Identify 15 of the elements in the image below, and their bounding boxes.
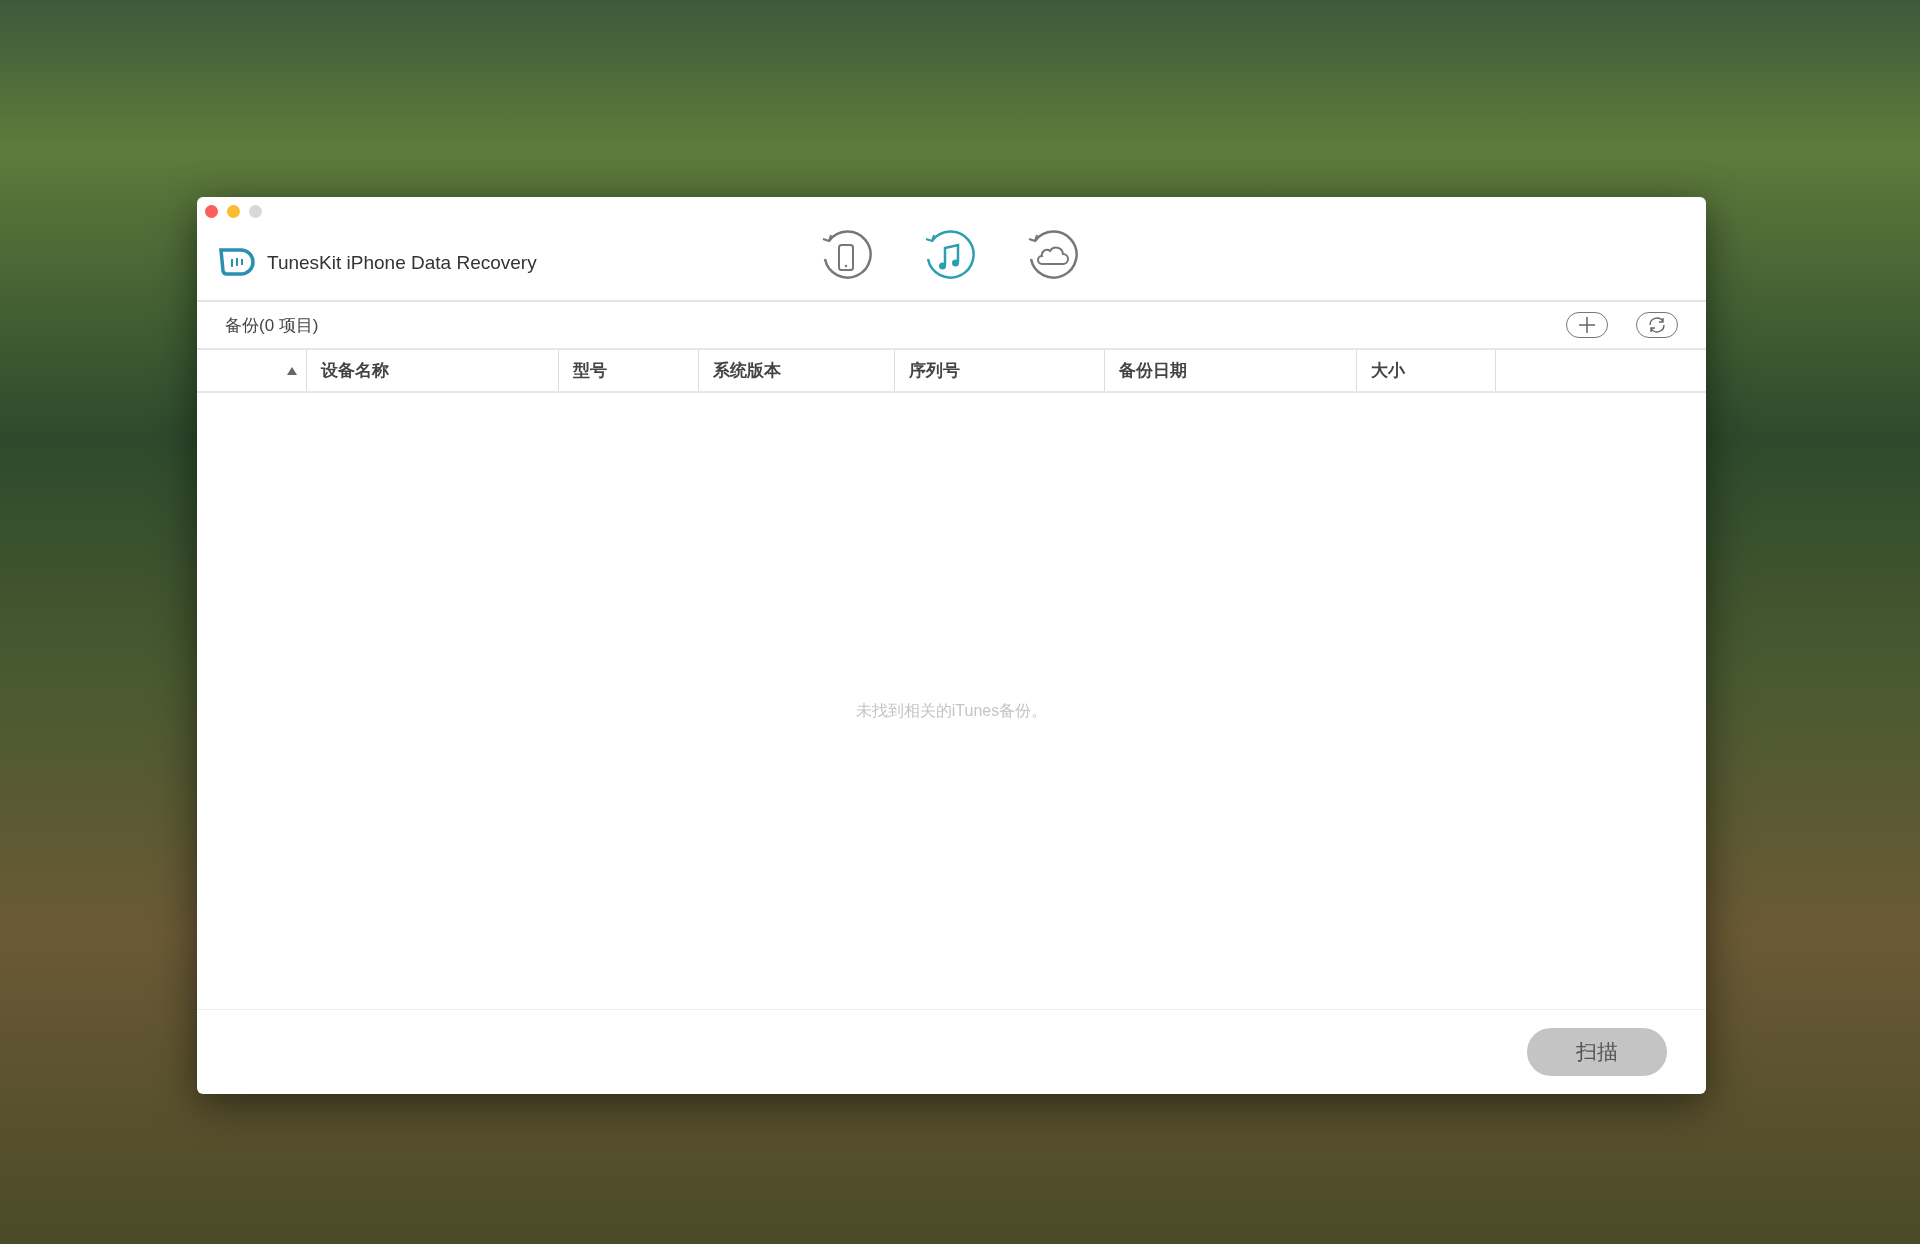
refresh-icon <box>1647 315 1667 335</box>
close-button[interactable] <box>205 205 218 218</box>
empty-message: 未找到相关的iTunes备份。 <box>855 700 1048 721</box>
column-header[interactable]: 型号 <box>573 359 607 382</box>
column-header[interactable]: 大小 <box>1371 359 1405 382</box>
backup-count-label: 备份(0 项目) <box>225 314 320 337</box>
add-button[interactable] <box>1566 312 1608 338</box>
column-header[interactable]: 系统版本 <box>713 359 781 382</box>
plus-icon <box>1577 315 1597 335</box>
column-header[interactable]: 序列号 <box>909 359 960 382</box>
refresh-button[interactable] <box>1636 312 1678 338</box>
column-header[interactable]: 设备名称 <box>321 359 389 382</box>
app-title: TunesKit iPhone Data Recovery <box>267 251 537 274</box>
column-header[interactable]: 备份日期 <box>1119 359 1187 382</box>
sort-ascending-icon[interactable] <box>286 365 298 376</box>
